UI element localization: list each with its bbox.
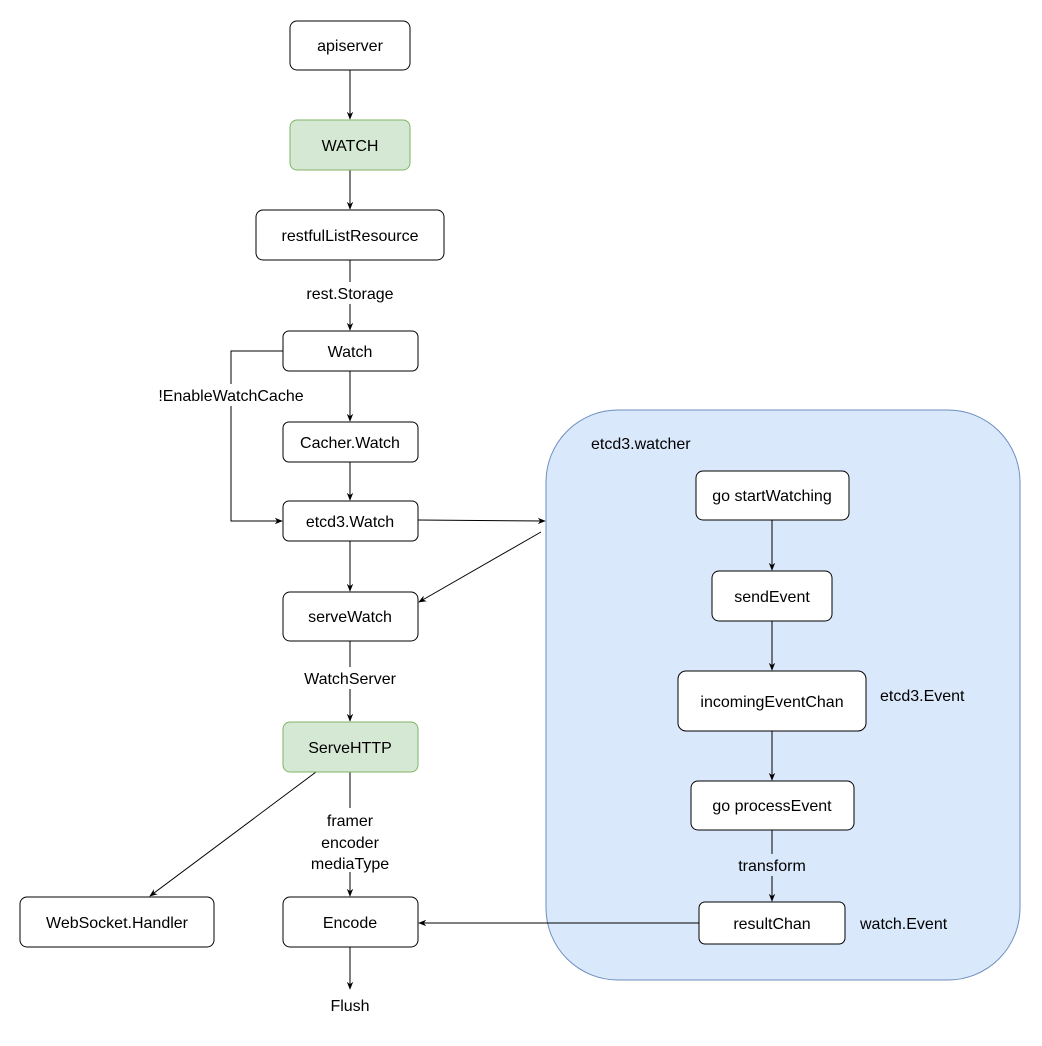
svg-text:restfulListResource: restfulListResource <box>282 228 419 245</box>
svg-text:WebSocket.Handler: WebSocket.Handler <box>46 915 189 932</box>
svg-text:Encode: Encode <box>323 915 377 932</box>
node-go-start-watching: go startWatching <box>695 470 850 521</box>
label-watch-server: WatchServer <box>304 671 397 688</box>
node-encode: Encode <box>282 896 419 948</box>
node-send-event: sendEvent <box>711 570 833 622</box>
node-apiserver: apiserver <box>289 20 411 71</box>
svg-text:resultChan: resultChan <box>733 916 810 933</box>
node-watch-verb: WATCH <box>289 119 411 171</box>
node-watch: Watch <box>282 330 419 372</box>
etcd3-watcher-label: etcd3.watcher <box>591 436 691 453</box>
node-etcd3-watch: etcd3.Watch <box>282 500 419 542</box>
svg-text:WATCH: WATCH <box>322 138 379 155</box>
label-enable-watch-cache: !EnableWatchCache <box>158 388 303 405</box>
label-watch-event: watch.Event <box>859 916 948 933</box>
label-flush: Flush <box>330 998 369 1015</box>
svg-text:go startWatching: go startWatching <box>712 488 831 505</box>
svg-text:serveWatch: serveWatch <box>308 609 392 626</box>
svg-text:apiserver: apiserver <box>317 38 383 55</box>
node-serve-http: ServeHTTP <box>282 721 419 773</box>
node-restful-list-resource: restfulListResource <box>255 209 445 261</box>
label-encoder: encoder <box>321 835 379 852</box>
edge-etcd3-watcher <box>417 517 546 525</box>
node-cacher-watch: Cacher.Watch <box>282 421 419 463</box>
node-go-process-event: go processEvent <box>690 780 855 831</box>
node-serve-watch: serveWatch <box>282 591 419 642</box>
svg-text:etcd3.Watch: etcd3.Watch <box>306 514 394 531</box>
edge-watch-etcd3-bypass <box>230 350 283 525</box>
svg-text:Cacher.Watch: Cacher.Watch <box>300 435 400 452</box>
svg-text:ServeHTTP: ServeHTTP <box>308 740 392 757</box>
svg-text:go processEvent: go processEvent <box>712 798 832 815</box>
svg-text:incomingEventChan: incomingEventChan <box>700 694 843 711</box>
node-result-chan: resultChan <box>698 901 846 945</box>
svg-text:sendEvent: sendEvent <box>734 589 810 606</box>
label-framer: framer <box>327 813 374 830</box>
node-incoming-event-chan: incomingEventChan <box>677 670 867 732</box>
label-etcd3-event: etcd3.Event <box>880 688 965 705</box>
label-media-type: mediaType <box>311 856 389 873</box>
svg-text:Watch: Watch <box>328 344 373 361</box>
node-websocket-handler: WebSocket.Handler <box>19 896 215 948</box>
watch-flow-diagram: etcd3.watcher rest.Storage !EnableWatchC… <box>19 20 1021 1015</box>
label-transform: transform <box>738 858 806 875</box>
edge-servehttp-websocket <box>149 771 317 897</box>
label-rest-storage: rest.Storage <box>306 286 393 303</box>
edge-watcher-servewatch <box>418 531 542 603</box>
